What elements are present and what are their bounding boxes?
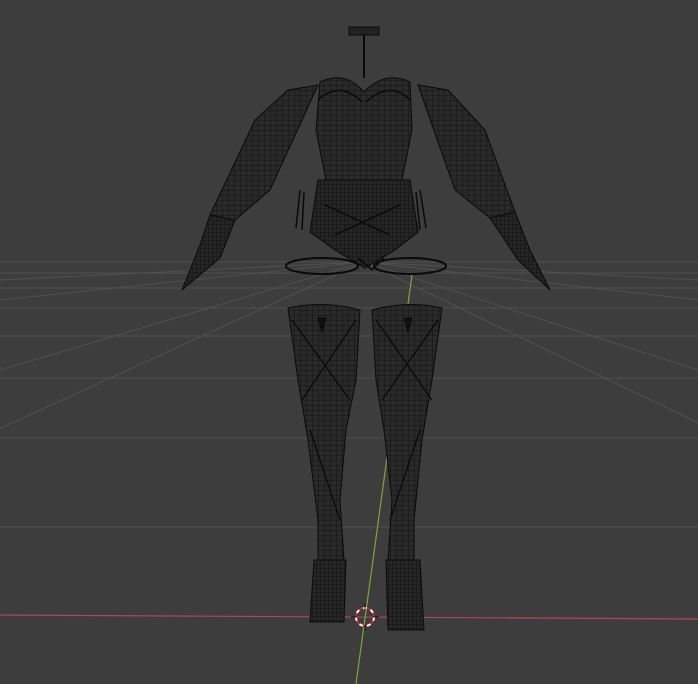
x-axis-line bbox=[0, 614, 698, 620]
stocking-left-mesh[interactable] bbox=[287, 303, 361, 623]
outfit-top-mesh[interactable] bbox=[181, 26, 551, 291]
3d-viewport[interactable] bbox=[0, 0, 698, 684]
viewport-canvas[interactable] bbox=[0, 0, 698, 684]
stocking-right-mesh[interactable] bbox=[371, 303, 443, 631]
